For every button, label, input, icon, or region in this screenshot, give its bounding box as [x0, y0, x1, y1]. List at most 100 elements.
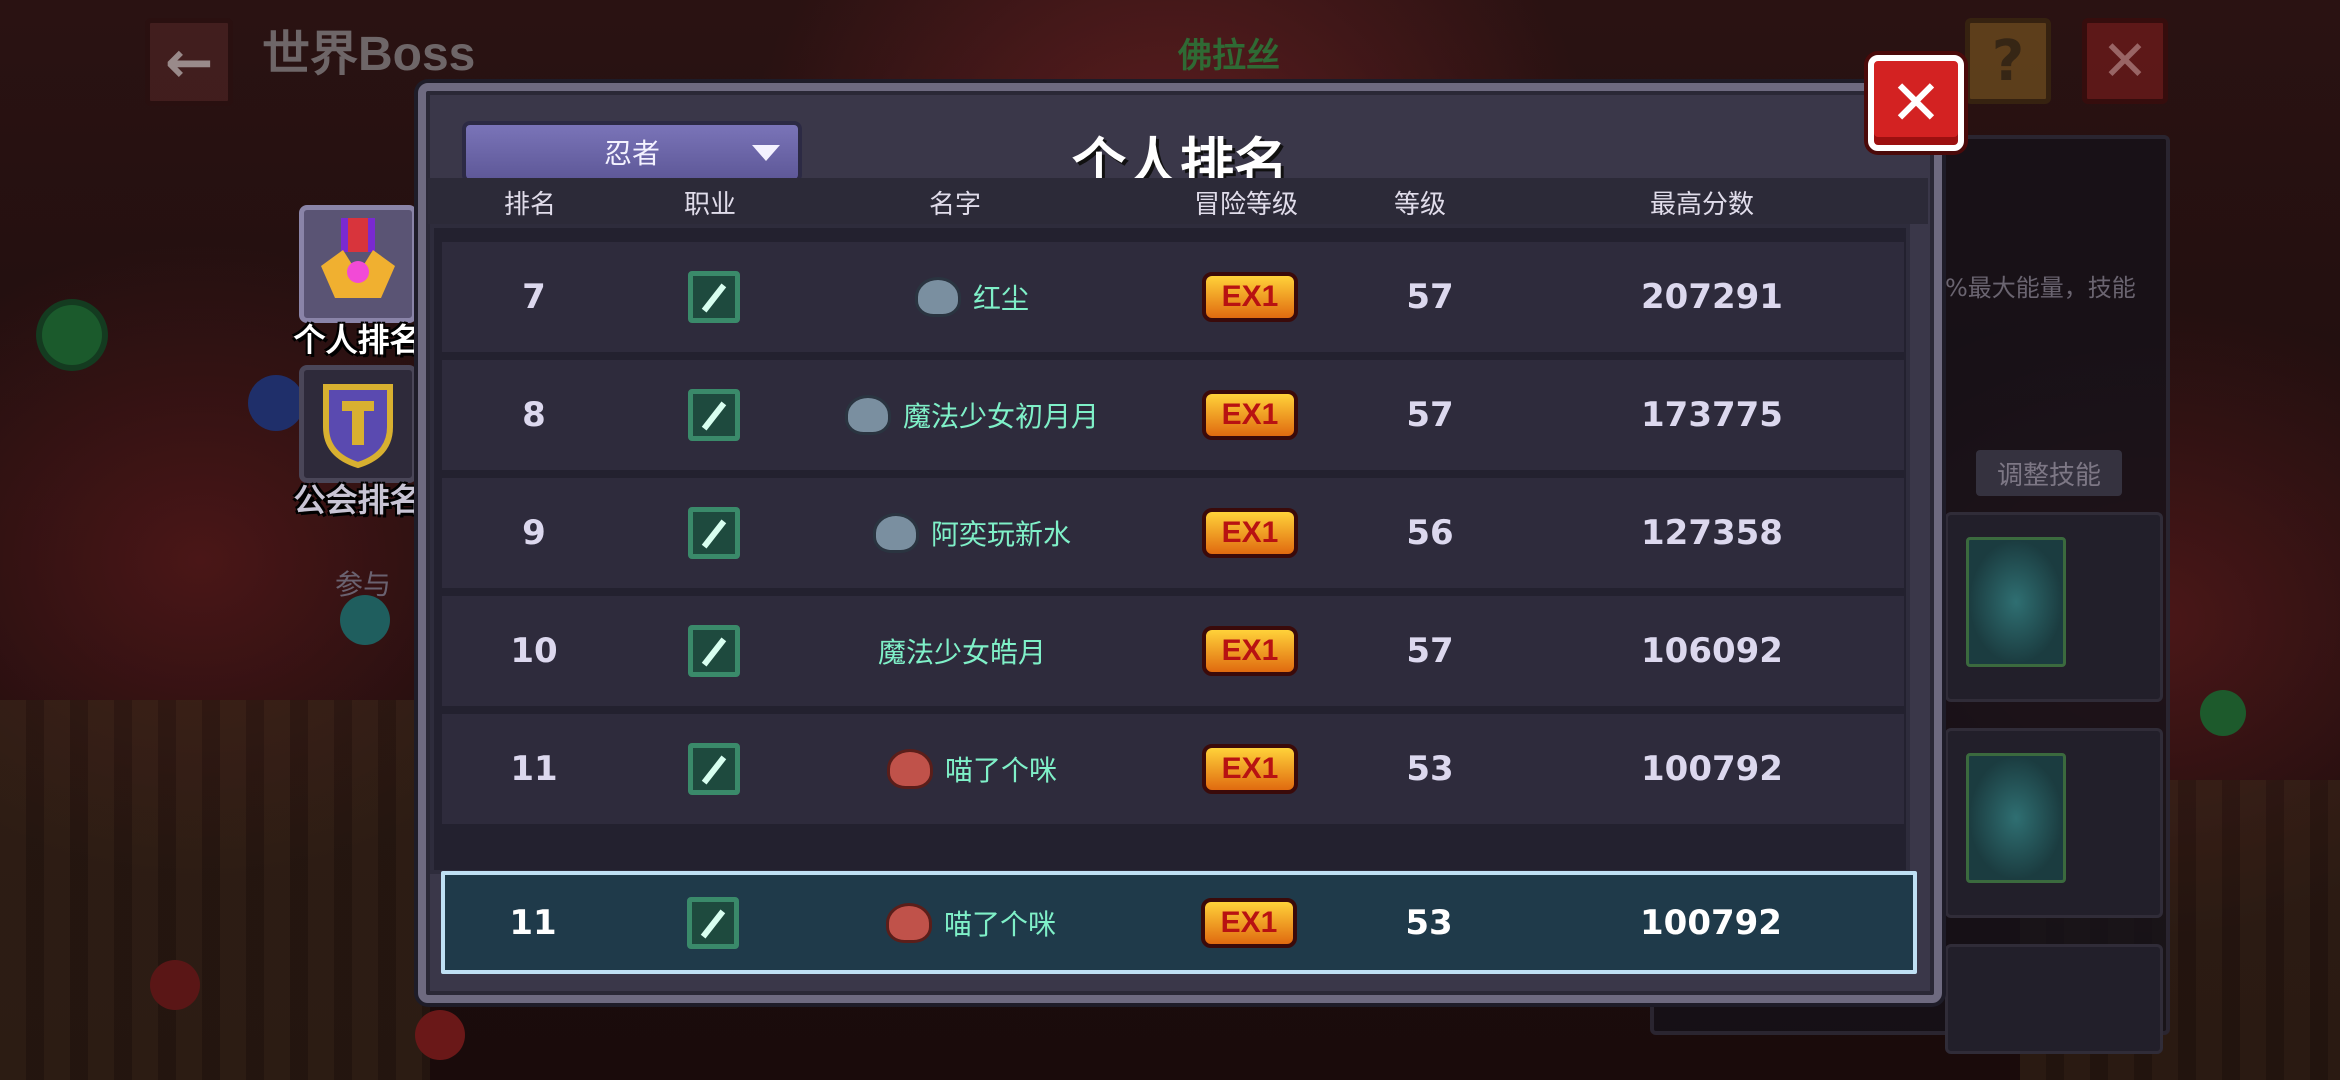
column-header-name: 名字 [928, 190, 982, 220]
class-cell [688, 625, 740, 677]
player-avatar-icon [872, 513, 919, 553]
ex-rank-badge: EX1 [1202, 508, 1298, 558]
screen-close-button[interactable]: ✕ [2082, 18, 2168, 104]
score-value: 100792 [1641, 749, 1783, 789]
table-row[interactable]: 8 魔法少女初月月 EX1 57 173775 [442, 360, 1904, 470]
ex-rank-badge: EX1 [1202, 272, 1298, 322]
column-header-rank: 排名 [503, 190, 557, 220]
bg-orb-green [42, 305, 102, 365]
help-button[interactable]: ? [1965, 18, 2051, 104]
rank-value: 11 [509, 902, 557, 943]
player-name: 魔法少女初月月 [902, 400, 1100, 433]
participate-text: 参与 [335, 568, 392, 601]
player-name: 喵了个咪 [943, 907, 1057, 941]
adjust-skills-button[interactable]: 调整技能 [1976, 450, 2122, 496]
close-icon: ✕ [2101, 28, 2149, 94]
player-name-cell: 魔法少女初月月 [844, 395, 1100, 435]
ninja-class-icon [687, 896, 739, 949]
adventure-level-cell: EX1 [1202, 744, 1298, 794]
table-row[interactable]: 9 阿奕玩新水 EX1 56 127358 [442, 478, 1904, 588]
column-header-class: 职业 [683, 190, 737, 220]
player-name: 喵了个咪 [944, 754, 1058, 787]
player-avatar-icon [914, 277, 961, 317]
tab-guild-ranking[interactable]: 公会排名 [290, 365, 425, 521]
ninja-class-icon [688, 625, 740, 677]
column-headers: 排名 职业 名字 冒险等级 等级 最高分数 [428, 178, 1928, 224]
question-icon: ? [1991, 28, 2025, 94]
player-name: 红尘 [972, 282, 1030, 315]
level-value: 57 [1406, 277, 1454, 317]
ex-rank-badge: EX1 [1202, 626, 1298, 676]
shield-icon [298, 365, 417, 483]
boss-name: 佛拉丝 [1178, 36, 1280, 76]
side-panel-description: %最大能量，技能 [1945, 274, 2136, 302]
table-row[interactable]: 11 喵了个咪 EX1 53 100792 [442, 714, 1904, 824]
score-value: 106092 [1641, 631, 1783, 671]
modal-close-button[interactable]: ✕ [1868, 55, 1964, 151]
skill-card[interactable] [1945, 944, 2163, 1054]
class-cell [687, 896, 739, 949]
close-icon: ✕ [1890, 66, 1942, 139]
column-header-best-score: 最高分数 [1649, 190, 1755, 220]
level-value: 57 [1406, 631, 1454, 671]
level-value: 53 [1405, 902, 1453, 943]
column-header-level: 等级 [1393, 190, 1447, 220]
player-name: 魔法少女皓月 [877, 636, 1047, 669]
ninja-class-icon [688, 271, 740, 323]
player-name-cell: 喵了个咪 [885, 902, 1057, 943]
skill-card[interactable] [1945, 512, 2163, 702]
rank-value: 8 [522, 395, 546, 435]
bg-orb-red-2 [415, 1010, 465, 1060]
skill-gem-icon [1966, 537, 2066, 667]
score-value: 100792 [1640, 902, 1782, 943]
rank-value: 7 [522, 277, 546, 317]
bg-orb-green-2 [2200, 690, 2246, 736]
class-cell [688, 389, 740, 441]
player-avatar-icon [844, 395, 891, 435]
ranking-list[interactable]: 7 红尘 EX1 57 207291 8 魔法少女初月月 EX1 57 1737… [430, 224, 1910, 874]
rank-value: 9 [522, 513, 546, 553]
medal-icon [298, 205, 417, 323]
player-name: 阿奕玩新水 [930, 518, 1072, 551]
class-cell [688, 507, 740, 559]
background-fringe-left [0, 700, 430, 1080]
rank-value: 11 [510, 749, 558, 789]
ex-rank-badge: EX1 [1201, 897, 1297, 948]
class-cell [688, 271, 740, 323]
table-row[interactable]: 7 红尘 EX1 57 207291 [442, 242, 1904, 352]
tab-personal-ranking[interactable]: 个人排名 [290, 205, 425, 361]
ex-rank-badge: EX1 [1202, 390, 1298, 440]
tab-label: 个人排名 [293, 321, 422, 359]
adventure-level-cell: EX1 [1202, 390, 1298, 440]
ninja-class-icon [688, 743, 740, 795]
page-title: 世界Boss [262, 28, 476, 81]
player-name-cell: 阿奕玩新水 [872, 513, 1072, 553]
adventure-level-cell: EX1 [1202, 626, 1298, 676]
adventure-level-cell: EX1 [1202, 508, 1298, 558]
tab-label: 公会排名 [293, 481, 422, 519]
table-row[interactable]: 10 魔法少女皓月 EX1 57 106092 [442, 596, 1904, 706]
score-value: 207291 [1641, 277, 1783, 317]
adventure-level-cell: EX1 [1201, 897, 1297, 948]
skill-gem-icon [1966, 753, 2066, 883]
back-arrow-icon: ← [164, 28, 214, 96]
score-value: 127358 [1641, 513, 1783, 553]
score-value: 173775 [1641, 395, 1783, 435]
rank-value: 10 [510, 631, 558, 671]
skill-card[interactable] [1945, 728, 2163, 918]
bg-orb-red [150, 960, 200, 1010]
class-cell [688, 743, 740, 795]
ninja-class-icon [688, 507, 740, 559]
adventure-level-cell: EX1 [1202, 272, 1298, 322]
player-avatar-icon [886, 749, 933, 789]
modal-header: 忍者 个人排名 [436, 103, 1924, 195]
back-button[interactable]: ← [145, 18, 233, 106]
player-name-cell: 喵了个咪 [886, 749, 1058, 789]
ex-rank-badge: EX1 [1202, 744, 1298, 794]
player-name-cell: 魔法少女皓月 [878, 631, 1046, 671]
player-avatar-icon [885, 902, 932, 943]
player-name-cell: 红尘 [914, 277, 1030, 317]
level-value: 56 [1406, 513, 1454, 553]
level-value: 53 [1406, 749, 1454, 789]
my-ranking-row[interactable]: 11 喵了个咪 EX1 53 100792 [441, 871, 1917, 974]
